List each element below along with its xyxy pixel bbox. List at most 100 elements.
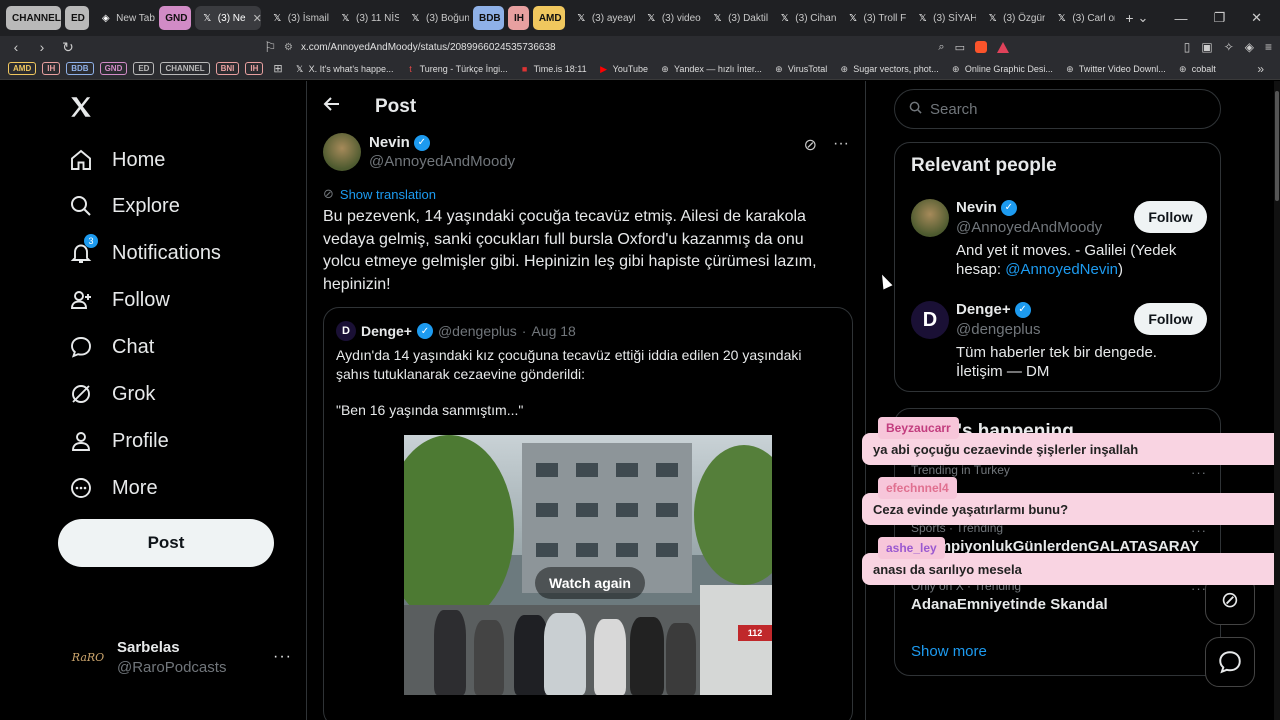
- author-name[interactable]: Nevin: [369, 134, 410, 151]
- relevant-person[interactable]: D Denge+ ✓ @dengeplus Tüm haberler tek bi…: [911, 301, 1207, 381]
- bookmarks-overflow-icon[interactable]: »: [1257, 62, 1264, 76]
- bookmark-group-chip[interactable]: IH: [245, 62, 264, 75]
- bookmark-group-chip[interactable]: ED: [133, 62, 155, 75]
- search-placeholder[interactable]: Search: [930, 101, 978, 118]
- wallet-icon[interactable]: ▣: [1201, 40, 1212, 54]
- back-arrow-icon[interactable]: [323, 95, 341, 119]
- back-icon[interactable]: ‹: [10, 39, 22, 55]
- tab-group-chip[interactable]: ED: [64, 6, 90, 30]
- browser-tab[interactable]: 𝕏 (3) Boğun: [403, 6, 469, 30]
- bookmark-link[interactable]: ▶ YouTube: [599, 64, 648, 74]
- bookmark-group-chip[interactable]: BDB: [66, 62, 94, 75]
- author-avatar[interactable]: [323, 133, 361, 171]
- new-tab-icon[interactable]: +: [1125, 10, 1133, 26]
- forward-icon[interactable]: ›: [36, 39, 48, 55]
- post-button[interactable]: Post: [58, 519, 274, 567]
- person-name[interactable]: Denge+: [956, 301, 1011, 318]
- relevant-person[interactable]: Nevin ✓ @AnnoyedAndMoody And yet it moves…: [911, 199, 1207, 289]
- post-author[interactable]: Nevin ✓ @AnnoyedAndMoody: [323, 133, 515, 171]
- browser-tab[interactable]: 𝕏 (3) video: [639, 6, 701, 30]
- bookmark-link[interactable]: ⊕ cobalt: [1178, 64, 1216, 74]
- person-handle[interactable]: @dengeplus: [956, 321, 1040, 338]
- trend-name[interactable]: AdanaEmniyetinde Skandal: [911, 596, 1207, 613]
- brave-rewards-icon[interactable]: [997, 41, 1009, 53]
- messages-float-button[interactable]: [1205, 637, 1255, 687]
- tab-group-chip[interactable]: CHANNEL: [6, 6, 61, 30]
- quote-author-handle[interactable]: @dengeplus: [438, 323, 517, 339]
- bookmark-link[interactable]: t Tureng - Türkçe İngi...: [406, 64, 507, 74]
- x-logo-icon[interactable]: [68, 94, 94, 127]
- vpn-icon[interactable]: ◈: [1245, 40, 1254, 54]
- browser-tab[interactable]: 𝕏 (3) İsmail: [265, 6, 329, 30]
- site-info-icon[interactable]: ⚙: [284, 42, 293, 53]
- browser-tab[interactable]: 𝕏 (3) ayeayP: [569, 6, 635, 30]
- bookmark-link[interactable]: ⊕ Twitter Video Downl...: [1065, 64, 1166, 74]
- nav-item-follow[interactable]: Follow: [68, 287, 170, 313]
- browser-tab[interactable]: 𝕏 (3) 11 NİS: [333, 6, 399, 30]
- author-handle[interactable]: @AnnoyedAndMoody: [369, 153, 515, 170]
- nav-item-more[interactable]: More: [68, 475, 158, 501]
- nav-item-grok[interactable]: Grok: [68, 381, 155, 407]
- url-text[interactable]: x.com/AnnoyedAndMoody/status/20899660245…: [301, 42, 556, 53]
- browser-tab[interactable]: 𝕏 (3) Carl or: [1049, 6, 1116, 30]
- scrollbar-thumb[interactable]: [1275, 91, 1279, 201]
- extensions-icon[interactable]: ✧: [1224, 40, 1234, 54]
- bookmark-group-chip[interactable]: BNI: [215, 62, 240, 75]
- quoted-post[interactable]: D Denge+ ✓ @dengeplus · Aug 18 Aydın'da …: [323, 307, 853, 720]
- bookmark-link[interactable]: ■ Time.is 18:11: [520, 64, 587, 74]
- browser-tab[interactable]: ◈ New Tab: [93, 6, 155, 30]
- tab-group-chip[interactable]: BDB: [472, 6, 505, 30]
- watch-again-button[interactable]: Watch again: [535, 567, 645, 599]
- bio-mention-link[interactable]: @AnnoyedNevin: [1005, 261, 1118, 278]
- nav-item-home[interactable]: Home: [68, 147, 165, 173]
- quote-author-name[interactable]: Denge+: [361, 323, 412, 339]
- menu-icon[interactable]: ≡: [1265, 40, 1272, 54]
- tab-group-chip[interactable]: GND: [159, 6, 191, 30]
- show-translation-link[interactable]: ⊘ Show translation: [323, 186, 436, 202]
- show-translation-label[interactable]: Show translation: [340, 187, 436, 202]
- more-dots-icon[interactable]: ···: [273, 648, 292, 666]
- restore-button[interactable]: ❐: [1213, 10, 1225, 26]
- video-player[interactable]: 112 Watch again: [404, 435, 772, 695]
- grok-icon[interactable]: ⊘: [804, 135, 817, 155]
- nav-item-profile[interactable]: Profile: [68, 428, 169, 454]
- zoom-icon[interactable]: ⌕: [938, 41, 944, 54]
- browser-tab[interactable]: 𝕏 (3) Cihan: [772, 6, 837, 30]
- bookmark-link[interactable]: ⊕ Sugar vectors, phot...: [839, 64, 938, 74]
- search-input[interactable]: Search: [894, 89, 1221, 129]
- bookmark-group-chip[interactable]: CHANNEL: [160, 62, 210, 75]
- bookmark-icon[interactable]: ⚐: [264, 39, 277, 56]
- tab-group-chip[interactable]: AMD: [532, 6, 565, 30]
- show-more-link[interactable]: Show more: [911, 643, 987, 660]
- bookmark-group-chip[interactable]: GND: [99, 62, 128, 75]
- chevron-down-icon[interactable]: ⌄: [1138, 10, 1149, 26]
- browser-tab[interactable]: 𝕏 (3) Troll F: [841, 6, 906, 30]
- more-dots-icon[interactable]: ···: [833, 135, 849, 155]
- nav-item-explore[interactable]: Explore: [68, 193, 180, 219]
- browser-tab[interactable]: 𝕏 (3) SİYAH: [910, 6, 977, 30]
- nav-item-notifications[interactable]: 3 Notifications: [68, 234, 221, 266]
- browser-tab[interactable]: 𝕏 (3) Daktil: [705, 6, 769, 30]
- bookmark-link[interactable]: 𝕏 X. It's what's happe...: [295, 64, 394, 74]
- sidebar-icon[interactable]: ▯: [1184, 40, 1191, 54]
- close-tab-icon[interactable]: ✕: [253, 12, 261, 25]
- bookmark-link[interactable]: ⊕ Yandex — hızlı İnter...: [660, 64, 762, 74]
- bookmark-group-chip[interactable]: IH: [42, 62, 61, 75]
- person-avatar[interactable]: D: [911, 301, 949, 339]
- browser-tab[interactable]: 𝕏 (3) Özgür: [980, 6, 1046, 30]
- follow-button[interactable]: Follow: [1134, 303, 1207, 335]
- person-name[interactable]: Nevin: [956, 199, 997, 216]
- page-scrollbar[interactable]: [1274, 81, 1280, 720]
- person-avatar[interactable]: [911, 199, 949, 237]
- person-handle[interactable]: @AnnoyedAndMoody: [956, 219, 1102, 236]
- follow-button[interactable]: Follow: [1134, 201, 1207, 233]
- browser-tab[interactable]: 𝕏 (3) Ne ✕: [194, 6, 261, 30]
- account-switcher[interactable]: RaRO Sarbelas @RaroPodcasts ···: [70, 637, 292, 677]
- cast-icon[interactable]: ▭: [955, 41, 965, 54]
- tab-groups-icon[interactable]: ⊞: [273, 62, 282, 75]
- quote-date[interactable]: Aug 18: [531, 323, 575, 339]
- reload-icon[interactable]: ↻: [62, 39, 74, 56]
- minimize-button[interactable]: —: [1174, 11, 1187, 26]
- bookmark-link[interactable]: ⊕ Online Graphic Desi...: [951, 64, 1053, 74]
- close-window-button[interactable]: ✕: [1251, 10, 1262, 26]
